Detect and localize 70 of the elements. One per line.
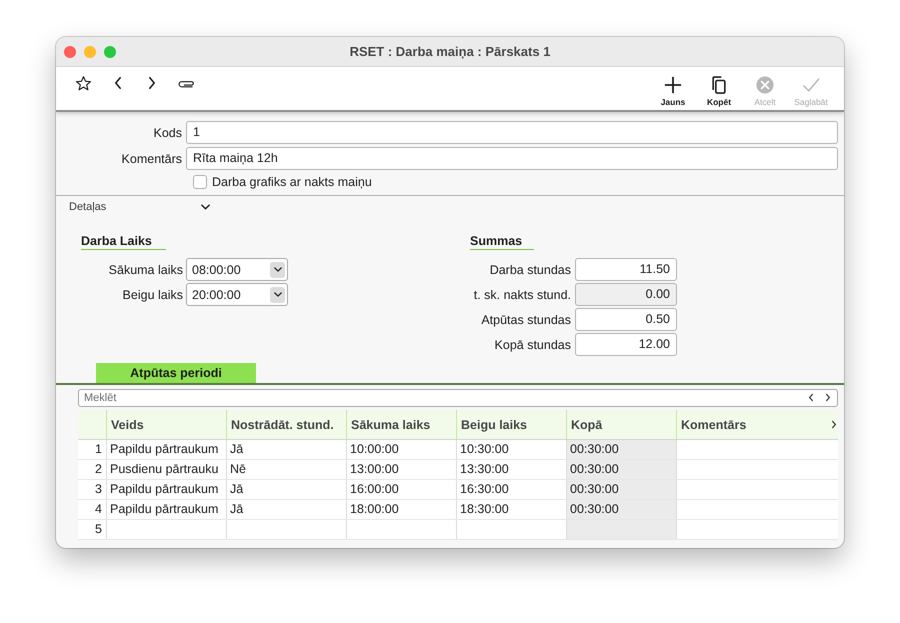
number-field[interactable]: 0.50: [575, 308, 677, 331]
paperclip-icon[interactable]: [178, 78, 195, 88]
chevron-left-icon[interactable]: [113, 76, 123, 90]
plus-icon: [664, 76, 682, 94]
table-cell: 00:30:00: [566, 440, 676, 459]
table-cell: 13:00:00: [346, 460, 456, 479]
new-button[interactable]: Jauns: [650, 67, 696, 110]
table-cell: 16:00:00: [346, 480, 456, 499]
time-select[interactable]: 08:00:00: [186, 258, 288, 281]
text-field[interactable]: 1: [186, 121, 838, 144]
text-field[interactable]: Rīta maiņa 12h: [186, 147, 838, 170]
number-field[interactable]: 11.50: [575, 258, 677, 281]
chevron-left-icon[interactable]: [808, 393, 814, 402]
table-cell: Nē: [226, 460, 346, 479]
table-cell: Papildu pārtraukum: [106, 440, 226, 459]
field-label: Kods: [152, 126, 182, 140]
field-label: Sākuma laiks: [108, 262, 183, 276]
section-label: Detaļas: [69, 201, 108, 213]
chevron-right-icon[interactable]: [825, 393, 831, 402]
window-title: RSET : Darba maiņa : Pārskats 1: [350, 44, 550, 59]
tab[interactable]: Atpūtas periodi: [96, 363, 256, 383]
checkbox-label[interactable]: Darba grafiks ar nakts maiņu: [212, 175, 372, 189]
table-cell: 00:30:00: [566, 460, 676, 479]
column-header[interactable]: Beigu laiks: [456, 410, 566, 439]
field-label: Komentārs: [120, 152, 182, 166]
row-number: 2: [94, 461, 103, 478]
number-field[interactable]: 12.00: [575, 333, 677, 356]
table-cell: Pusdienu pārtrauku: [106, 460, 226, 479]
check-icon: [802, 76, 820, 94]
table-cell: Papildu pārtraukum: [106, 500, 226, 519]
column-header[interactable]: Kopā: [566, 410, 676, 439]
column-header[interactable]: Sākuma laiks: [346, 410, 456, 439]
chevron-down-icon: [274, 292, 282, 297]
field-label: Beigu laiks: [122, 288, 183, 302]
star-icon[interactable]: [75, 74, 92, 92]
table-cell: 00:30:00: [566, 480, 676, 499]
chevron-down-icon: [274, 267, 282, 272]
chevron-right-icon[interactable]: [147, 76, 157, 90]
table-cell: 00:30:00: [566, 500, 676, 519]
table-cell: Jā: [226, 500, 346, 519]
copy-icon: [710, 76, 728, 94]
checkbox[interactable]: [193, 175, 207, 189]
row-number: 4: [94, 501, 103, 518]
search-field[interactable]: Meklēt: [78, 389, 838, 407]
close-icon[interactable]: [64, 46, 76, 58]
column-header[interactable]: Veids: [106, 410, 226, 439]
table-cell: 10:00:00: [346, 440, 456, 459]
number-field[interactable]: 0.00: [575, 283, 677, 306]
time-select[interactable]: 20:00:00: [186, 283, 288, 306]
row-number: 1: [94, 441, 103, 458]
row-number: 5: [94, 521, 103, 538]
chevron-down-icon[interactable]: [201, 204, 210, 210]
row-number: 3: [94, 481, 103, 498]
copy-button[interactable]: Kopēt: [696, 67, 742, 110]
dropdown-button[interactable]: [270, 262, 285, 278]
table-cell: 18:00:00: [346, 500, 456, 519]
x-circle-icon: [756, 76, 774, 94]
field-label: Kopā stundas: [494, 338, 571, 352]
field-label: Atpūtas stundas: [480, 312, 571, 326]
column-header[interactable]: Nostrādāt. stund.: [226, 410, 346, 439]
dropdown-button[interactable]: [270, 286, 285, 302]
table-cell: Jā: [226, 480, 346, 499]
section-heading: Summas: [470, 234, 534, 250]
field-label: t. sk. nakts stund.: [472, 288, 571, 302]
chevron-right-icon[interactable]: [831, 420, 837, 429]
field-label: Darba stundas: [488, 262, 571, 276]
table-cell: Papildu pārtraukum: [106, 480, 226, 499]
column-header[interactable]: Komentārs: [676, 410, 838, 439]
table-cell: Jā: [226, 440, 346, 459]
section-heading: Darba Laiks: [81, 234, 166, 250]
